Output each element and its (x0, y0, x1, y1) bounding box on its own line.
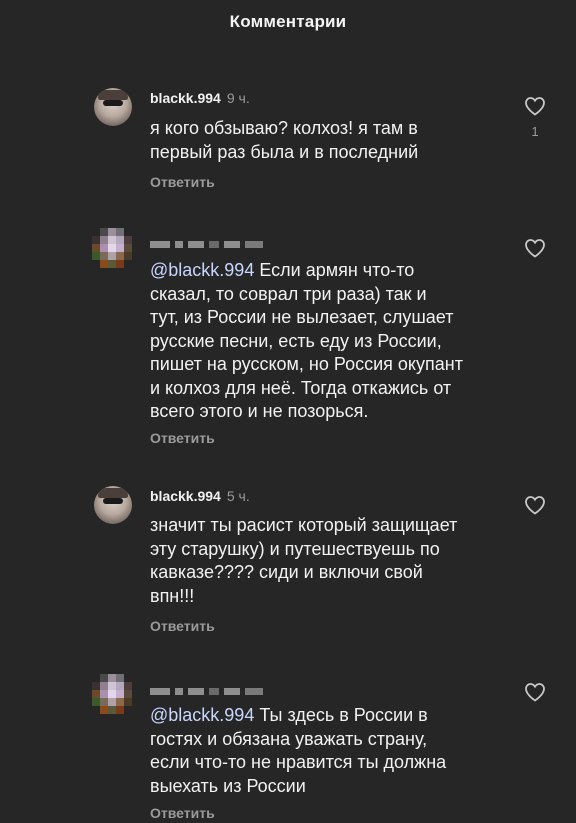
comment-line: сказал, то соврал три раза) так и (150, 283, 427, 304)
comment-line-text: Ты здесь в России в (254, 705, 428, 725)
comment-line: тут, из России не вылезает, слушает (150, 307, 454, 327)
comment-time: 9 ч. (226, 90, 250, 106)
avatar-sunglasses (103, 100, 123, 106)
comment-line: если что-то не нравится ты должна (150, 752, 447, 772)
blurred-username (150, 683, 268, 696)
avatar-pixelated[interactable] (92, 228, 132, 268)
reply-button[interactable]: Ответить (150, 430, 215, 446)
heart-icon[interactable] (522, 493, 548, 517)
blurred-username (150, 236, 268, 249)
mention-link[interactable]: @blackk.994 (150, 260, 254, 280)
heart-icon[interactable] (522, 236, 548, 260)
heart-icon[interactable] (522, 94, 548, 118)
like-count: 1 (531, 124, 539, 139)
comment-line: и колхоз для неё. Тогда откажись от (150, 377, 452, 398)
avatar-sunglasses (103, 498, 123, 504)
comment-text: @blackk.994 Ты здесь в России в гостях и… (150, 704, 510, 798)
comment-line: выехать из России (150, 775, 306, 796)
header: Комментарии (0, 0, 576, 44)
username-text[interactable]: blackk.994 (150, 488, 221, 504)
comment-line: всего этого и не позорься. (150, 401, 369, 421)
page-title: Комментарии (229, 12, 347, 31)
comment-line: кавказе???? сиди и включи свой (150, 562, 423, 582)
reply-button[interactable]: Ответить (150, 174, 215, 190)
comment-line: @blackk.994 Если армян что-то (150, 259, 510, 283)
comment-line: значит ты расист который защищает (150, 515, 458, 535)
avatar[interactable] (94, 486, 132, 524)
avatar-hair (98, 90, 128, 100)
comment-text: @blackk.994 Если армян что-то сказал, то… (150, 259, 510, 424)
comment-line: гостях и обязана уважать страну, (150, 728, 428, 749)
username[interactable]: blackk.994 9 ч. (150, 90, 250, 106)
comment-text: значит ты расист который защищает эту ст… (150, 514, 510, 608)
comment-line: @blackk.994 Ты здесь в России в (150, 704, 510, 728)
comment-time: 5 ч. (226, 488, 250, 504)
avatar[interactable] (94, 88, 132, 126)
username[interactable]: blackk.994 5 ч. (150, 488, 250, 504)
avatar-pixelated[interactable] (92, 674, 132, 714)
comment-text: я кого обзываю? колхоз! я там в первый р… (150, 117, 510, 164)
comment-line: я кого обзываю? колхоз! я там в (150, 118, 418, 138)
comment-line: русские песни, есть еду из России, (150, 330, 442, 351)
comment-line: пишет на русском, но Россия окупант (150, 354, 463, 374)
comment-line: эту старушку) и путешествуешь по (150, 538, 440, 559)
comment-line: впн!!! (150, 585, 195, 606)
avatar-hair (98, 488, 128, 498)
reply-button[interactable]: Ответить (150, 618, 215, 634)
username-text[interactable]: blackk.994 (150, 90, 221, 106)
comment-line: первый раз была и в последний (150, 141, 419, 162)
mention-link[interactable]: @blackk.994 (150, 705, 254, 725)
reply-button[interactable]: Ответить (150, 805, 215, 821)
heart-icon[interactable] (522, 680, 548, 704)
comment-line-text: Если армян что-то (254, 260, 415, 280)
